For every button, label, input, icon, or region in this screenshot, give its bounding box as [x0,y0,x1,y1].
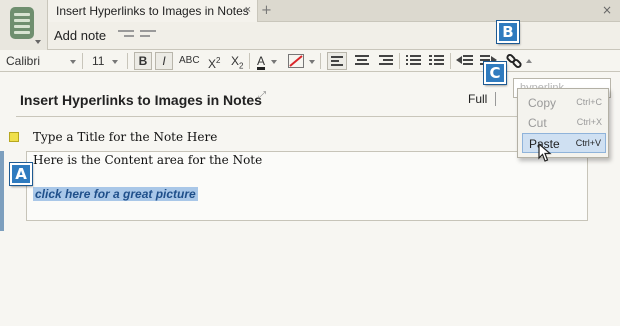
tab-close-icon[interactable]: × [245,4,251,16]
view-mode-full[interactable]: Full [468,92,487,106]
menu-item-copy[interactable]: Copy Ctrl+C [522,93,606,113]
callout-badge-c: C [484,62,506,84]
menu-item-cut[interactable]: Cut Ctrl+X [522,113,606,133]
tab-title: Insert Hyperlinks to Images in Notes [56,4,249,18]
note-flag-icon[interactable] [9,132,19,142]
callout-badge-a: A [10,163,32,185]
tab-bar: Insert Hyperlinks to Images in Notes × +… [48,0,620,22]
chevron-down-icon[interactable] [271,50,277,72]
chevron-down-icon[interactable] [70,50,76,72]
mouse-cursor-icon [538,143,552,162]
title-divider [16,116,602,117]
indent-note-icon[interactable] [140,30,156,42]
new-tab-button[interactable]: + [261,3,272,18]
chevron-up-icon[interactable] [526,59,532,63]
outdent-note-icon[interactable] [118,30,134,42]
notes-stack-icon [10,7,34,39]
italic-button[interactable]: I [155,52,173,70]
menu-item-paste[interactable]: Paste Ctrl+V [522,133,606,153]
callout-badge-b: B [497,21,519,43]
align-right-button[interactable] [376,50,396,72]
tab-note[interactable]: Insert Hyperlinks to Images in Notes × [48,0,258,22]
decrease-indent-button[interactable] [455,50,475,72]
note-content-text[interactable]: Here is the Content area for the Note [33,153,262,167]
subscript-button[interactable]: X2 [231,50,243,72]
align-center-button[interactable] [352,50,372,72]
selected-note-accent [0,151,4,231]
app-menu-button[interactable] [0,0,48,50]
command-bar: Add note [48,22,620,50]
font-color-button[interactable]: A [257,50,265,72]
chevron-down-icon[interactable] [112,50,118,72]
font-size-select[interactable]: 11 [92,50,104,72]
expand-icon[interactable]: ⤢ [258,90,266,101]
all-caps-button[interactable]: ABC [179,50,200,72]
note-title[interactable]: Insert Hyperlinks to Images in Notes [20,92,262,108]
highlight-color-button[interactable] [288,54,304,68]
note-heading-field[interactable]: Type a Title for the Note Here [33,130,217,144]
font-family-select[interactable]: Calibri [6,50,40,72]
context-menu: Copy Ctrl+C Cut Ctrl+X Paste Ctrl+V [517,88,609,158]
align-left-button[interactable] [327,52,347,70]
chevron-down-icon [35,40,41,44]
add-note-button[interactable]: Add note [54,28,106,43]
hyperlink-text-selection[interactable]: click here for a great picture [33,187,198,201]
chevron-down-icon[interactable] [309,50,315,72]
bulleted-list-button[interactable] [404,50,424,72]
window-close-icon[interactable]: × [602,3,612,17]
bold-button[interactable]: B [134,52,152,70]
numbered-list-button[interactable] [427,50,447,72]
hyperlink-icon[interactable] [505,52,523,70]
superscript-button[interactable]: X2 [208,50,220,72]
